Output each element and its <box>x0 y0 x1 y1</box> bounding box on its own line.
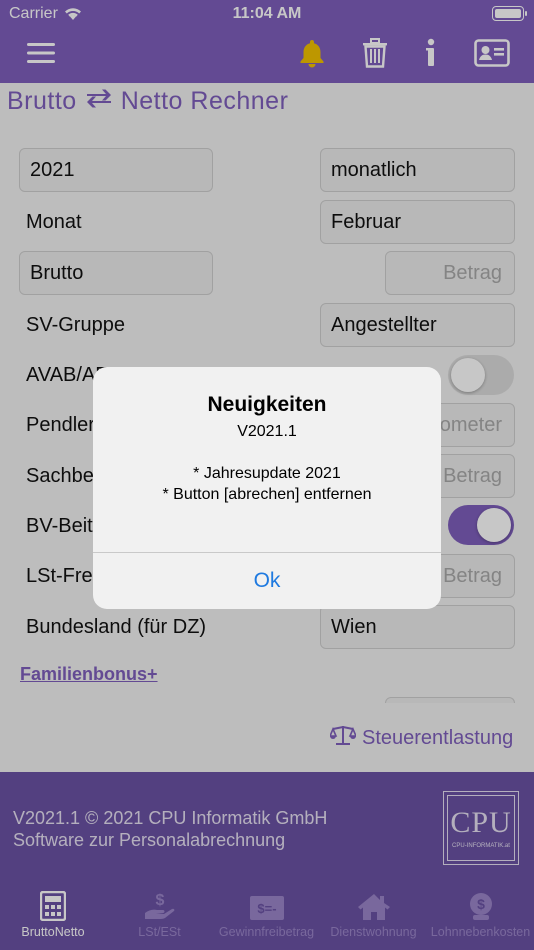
alert-message: * Jahresupdate 2021 * Button [abrechen] … <box>93 463 441 505</box>
alert-title: Neuigkeiten <box>207 393 327 416</box>
ok-button[interactable]: Ok <box>93 553 441 609</box>
alert-line-2: * Button [abrechen] entfernen <box>162 486 372 503</box>
news-alert: Neuigkeiten V2021.1 * Jahresupdate 2021 … <box>93 367 441 609</box>
alert-line-1: * Jahresupdate 2021 <box>193 465 341 482</box>
alert-version: V2021.1 <box>237 423 297 440</box>
